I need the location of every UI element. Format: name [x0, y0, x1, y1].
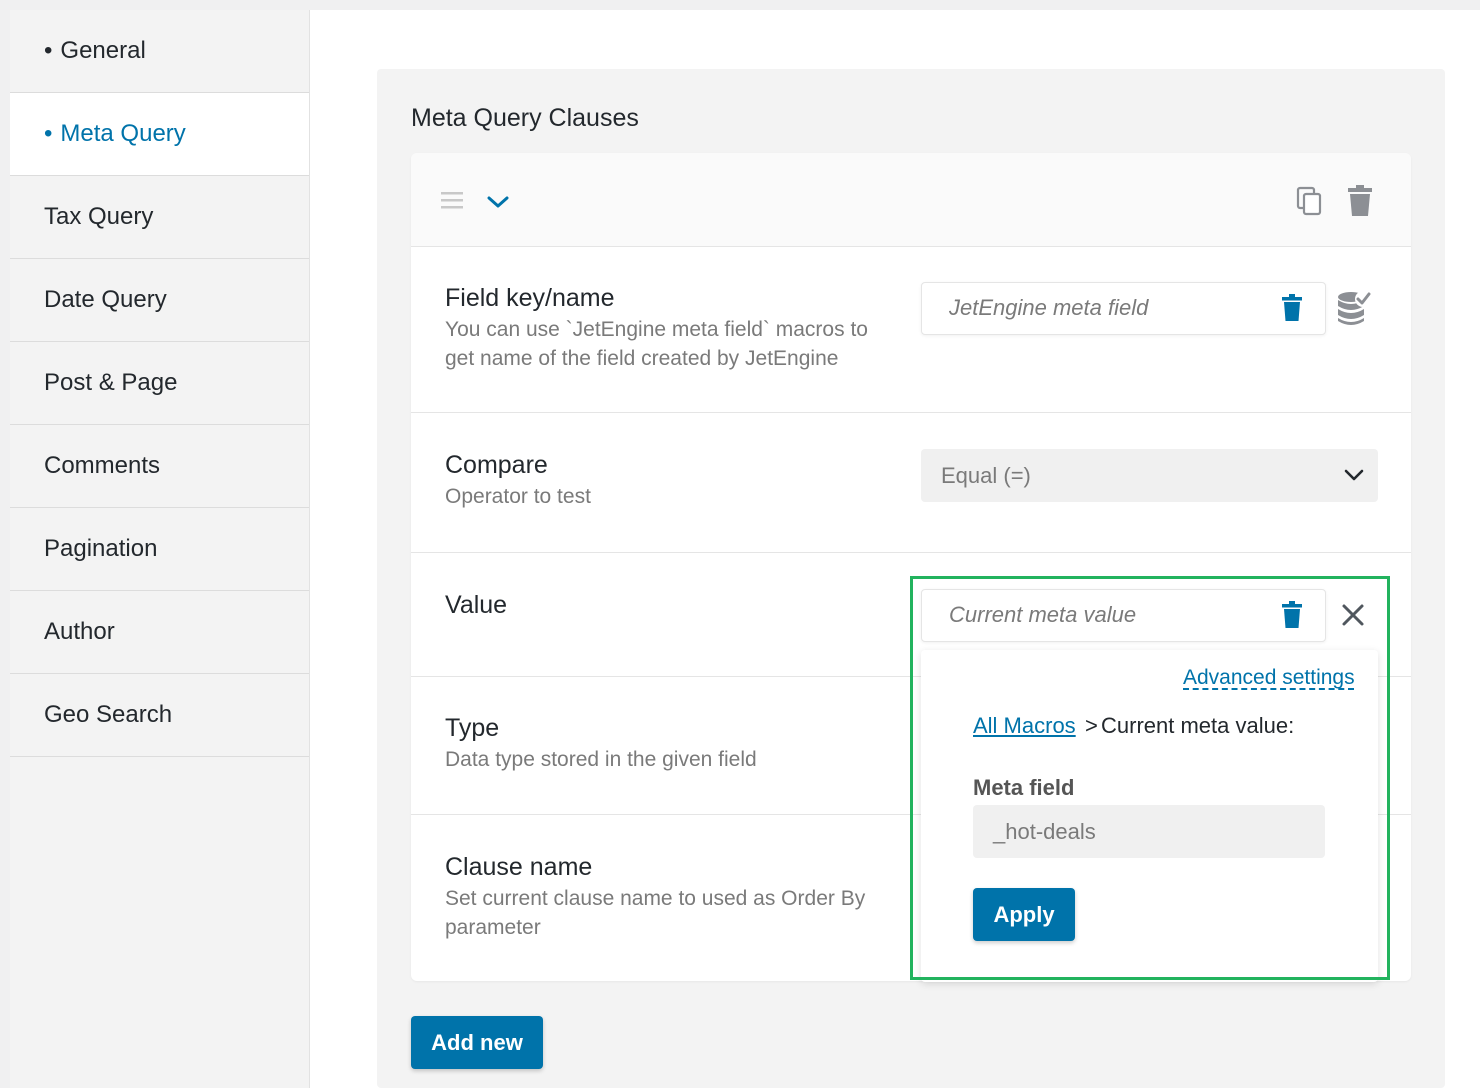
- sidebar-item-label: Author: [44, 618, 115, 645]
- value-label: Value: [445, 591, 508, 619]
- chevron-down-icon[interactable]: [1343, 467, 1365, 483]
- sidebar-item-geo-search[interactable]: Geo Search: [10, 674, 309, 757]
- sidebar-item-date-query[interactable]: Date Query: [10, 259, 309, 342]
- chevron-down-icon[interactable]: [486, 193, 510, 211]
- sidebar-item-pagination[interactable]: Pagination: [10, 508, 309, 591]
- sidebar-item-label: Date Query: [44, 286, 167, 313]
- sidebar-item-label: Geo Search: [44, 701, 173, 728]
- bullet-icon: •: [44, 120, 53, 147]
- bullet-icon: •: [44, 37, 53, 64]
- clause-name-description-line2: parameter: [445, 916, 541, 939]
- sidebar-item-label: Tax Query: [44, 203, 154, 230]
- row-divider: [411, 412, 1411, 413]
- type-description: Data type stored in the given field: [445, 748, 757, 771]
- sidebar-item-comments[interactable]: Comments: [10, 425, 309, 508]
- row-divider: [411, 552, 1411, 553]
- type-label: Type: [445, 714, 500, 742]
- trash-icon[interactable]: [1282, 294, 1302, 321]
- sidebar-item-meta-query[interactable]: • Meta Query: [10, 93, 309, 176]
- clause-name-description-line1: Set current clause name to used as Order…: [445, 887, 866, 910]
- field-key-value: JetEngine meta field: [949, 295, 1149, 320]
- copy-icon[interactable]: [1296, 186, 1324, 216]
- field-key-description-line1: You can use `JetEngine meta field` macro…: [445, 318, 868, 341]
- field-key-description-line2: get name of the field created by JetEngi…: [445, 347, 839, 370]
- compare-selected-value: Equal (=): [941, 463, 1031, 488]
- sidebar-item-post-page[interactable]: Post & Page: [10, 342, 309, 425]
- sidebar-item-label: General: [60, 37, 146, 64]
- clause-name-label: Clause name: [445, 853, 593, 881]
- drag-handle-icon[interactable]: [440, 190, 464, 210]
- sidebar-item-label: Meta Query: [60, 120, 186, 147]
- sidebar-item-author[interactable]: Author: [10, 591, 309, 674]
- compare-label: Compare: [445, 451, 548, 479]
- sidebar-item-label: Comments: [44, 452, 161, 479]
- add-new-button[interactable]: Add new: [411, 1016, 543, 1069]
- field-key-label: Field key/name: [445, 284, 615, 312]
- sidebar-item-tax-query[interactable]: Tax Query: [10, 176, 309, 259]
- page-title: Meta Query Clauses: [411, 104, 639, 132]
- highlight-frame: [910, 576, 1390, 980]
- trash-icon[interactable]: [1347, 185, 1373, 217]
- sidebar-item-label: Pagination: [44, 535, 158, 562]
- sidebar-item-general[interactable]: • General: [10, 10, 309, 93]
- compare-description: Operator to test: [445, 485, 591, 508]
- database-macro-icon[interactable]: [1336, 289, 1372, 327]
- query-sidebar: • General • Meta Query Tax Query Date Qu…: [10, 10, 310, 1088]
- clause-card-header: [411, 153, 1411, 247]
- sidebar-item-label: Post & Page: [44, 369, 178, 396]
